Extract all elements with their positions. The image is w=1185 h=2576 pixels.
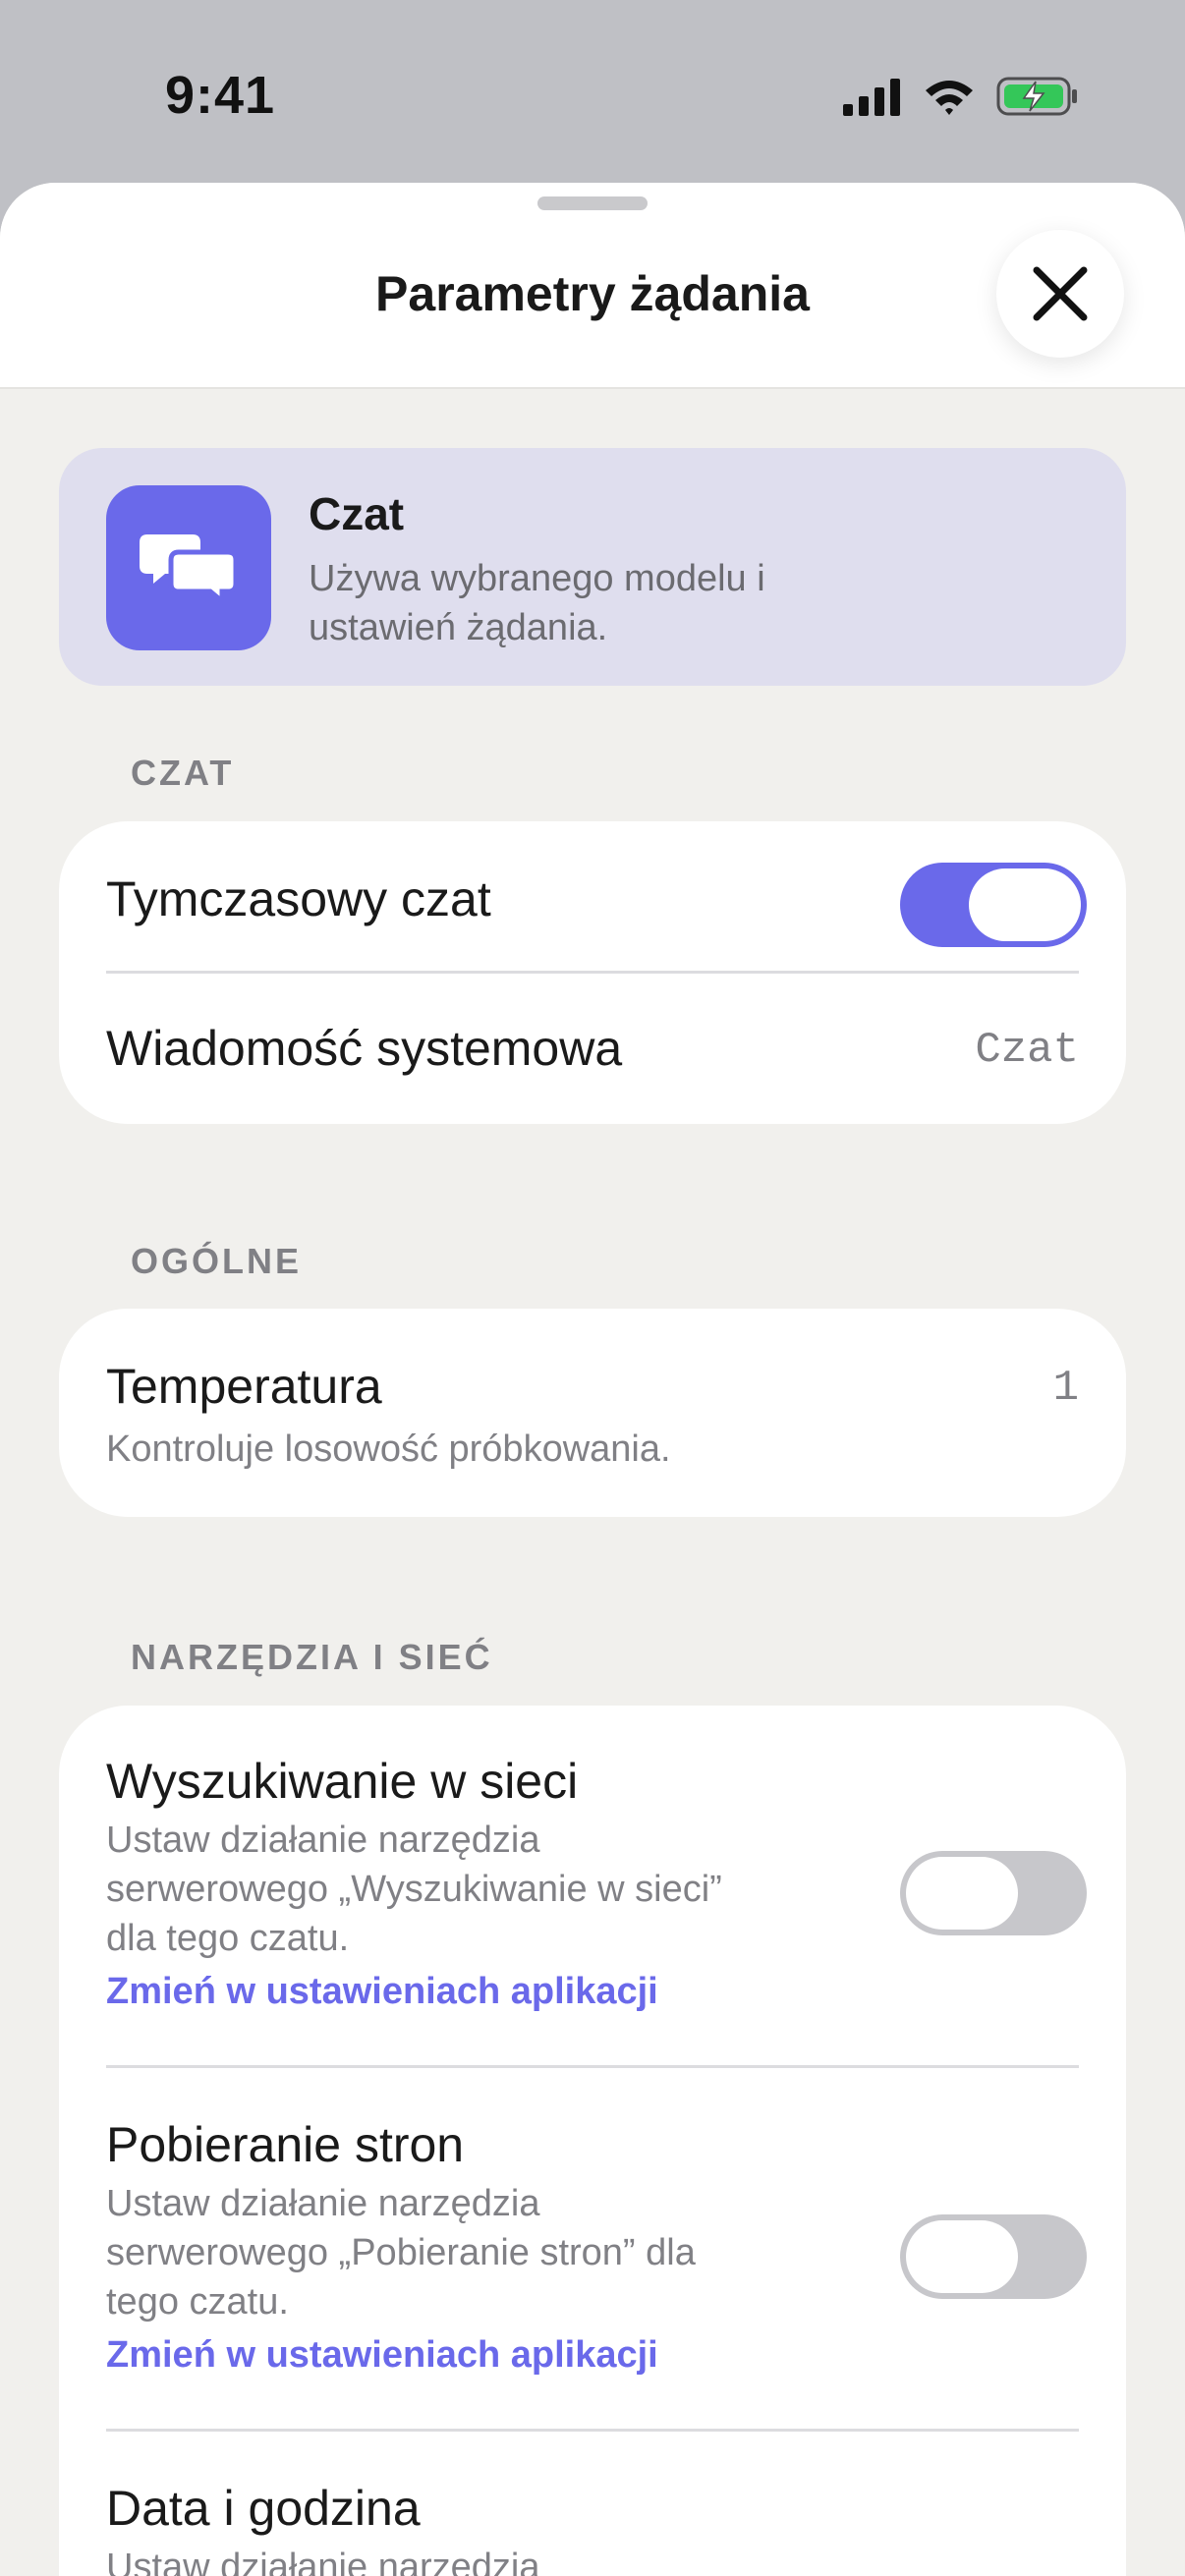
mode-title: Czat	[309, 488, 405, 539]
cellular-signal-icon	[843, 79, 900, 116]
page-fetch-toggle[interactable]	[900, 2214, 1087, 2299]
battery-charging-icon	[996, 77, 1077, 116]
status-icons	[843, 73, 1079, 120]
sheet-grabber[interactable]	[537, 196, 648, 210]
web-search-settings-link[interactable]: Zmień w ustawieniach aplikacji	[106, 1971, 658, 2013]
status-bar: 9:41	[0, 0, 1185, 187]
section-label-chat: CZAT	[131, 753, 235, 793]
sheet-header: Parametry żądania	[0, 183, 1185, 389]
close-button[interactable]	[996, 230, 1124, 358]
temperature-label: Temperatura	[106, 1359, 382, 1414]
date-time-description-line: Ustaw działanie narzędzia	[106, 2547, 540, 2576]
toggle-knob	[906, 2220, 1018, 2293]
chat-mode-card[interactable]: Czat Używa wybranego modelu i ustawień ż…	[59, 448, 1126, 686]
divider	[106, 2429, 1079, 2432]
temporary-chat-toggle[interactable]	[900, 863, 1087, 947]
system-message-label: Wiadomość systemowa	[106, 1021, 623, 1076]
page-fetch-settings-link[interactable]: Zmień w ustawieniach aplikacji	[106, 2334, 658, 2377]
status-time: 9:41	[165, 66, 276, 125]
date-time-label: Data i godzina	[106, 2481, 421, 2536]
page-fetch-description-line: Ustaw działanie narzędzia	[106, 2183, 540, 2224]
chat-settings-card: Tymczasowy czat Wiadomość systemowa Czat	[59, 821, 1126, 1124]
section-label-general: OGÓLNE	[131, 1241, 303, 1281]
temperature-description: Kontroluje losowość próbkowania.	[106, 1428, 671, 1470]
web-search-label: Wyszukiwanie w sieci	[106, 1754, 579, 1809]
toggle-knob	[969, 868, 1081, 941]
wifi-icon	[926, 81, 973, 115]
page-fetch-label: Pobieranie stron	[106, 2117, 465, 2172]
web-search-toggle[interactable]	[900, 1851, 1087, 1935]
request-parameters-sheet: Parametry żądania Czat Używa wybranego m…	[0, 183, 1185, 2576]
chat-mode-icon-tile	[106, 485, 271, 650]
page-fetch-description-line: serwerowego „Pobieranie stron” dla	[106, 2232, 696, 2273]
web-search-description-line: dla tego czatu.	[106, 1918, 350, 1959]
page-fetch-description-line: tego czatu.	[106, 2281, 289, 2323]
section-label-tools: NARZĘDZIA I SIEĆ	[131, 1637, 493, 1677]
mode-description: Używa wybranego modelu i ustawień żądani…	[309, 558, 765, 648]
temporary-chat-label: Tymczasowy czat	[106, 871, 491, 926]
temperature-row[interactable]: Temperatura Kontroluje losowość próbkowa…	[59, 1309, 1126, 1517]
temperature-value: 1	[1052, 1364, 1079, 1413]
close-icon	[1033, 266, 1088, 321]
web-search-description-line: Ustaw działanie narzędzia	[106, 1820, 540, 1861]
toggle-knob	[906, 1857, 1018, 1930]
system-message-row[interactable]: Wiadomość systemowa Czat	[59, 975, 1126, 1124]
chat-bubbles-icon	[140, 534, 238, 605]
divider	[106, 2065, 1079, 2068]
system-message-value: Czat	[975, 1026, 1079, 1075]
divider	[106, 971, 1079, 974]
tools-card: Wyszukiwanie w sieci Ustaw działanie nar…	[59, 1706, 1126, 2576]
web-search-description-line: serwerowego „Wyszukiwanie w sieci”	[106, 1869, 722, 1910]
